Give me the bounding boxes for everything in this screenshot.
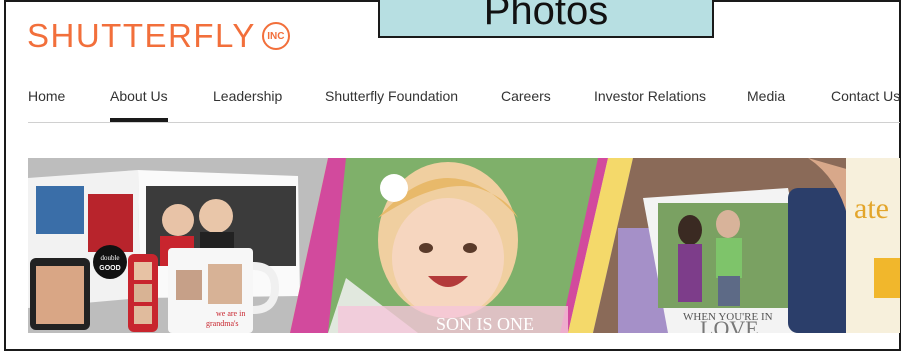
nav-item-investor-relations[interactable]: Investor Relations [594, 88, 706, 104]
nav-item-home[interactable]: Home [28, 88, 65, 104]
shutterfly-logo[interactable]: SHUTTERFLY INC [27, 16, 290, 56]
couple-photo: WHEN YOU'RE IN LOVE ate [593, 158, 900, 333]
right-caption-2: LOVE [700, 316, 759, 333]
mug-text-2: grandma's [206, 319, 239, 328]
photos-overlay-label: Photos [378, 0, 714, 38]
invite-text: ate [854, 192, 889, 225]
nav-item-shutterfly-foundation[interactable]: Shutterfly Foundation [325, 88, 458, 104]
logo-wordmark: SHUTTERFLY [27, 17, 256, 54]
card-text-double: double [100, 254, 119, 262]
nav-item-careers[interactable]: Careers [501, 88, 551, 104]
frame-top-right [714, 0, 901, 2]
nav-item-about-us[interactable]: About Us [110, 88, 168, 104]
nav-divider [28, 122, 900, 123]
nav-item-media[interactable]: Media [747, 88, 785, 104]
mug-text-1: we are in [216, 309, 245, 318]
card-text-good: GOOD [99, 265, 120, 272]
nav-item-contact-us[interactable]: Contact Us [831, 88, 900, 104]
toddler-photo: SON IS ONE [290, 158, 608, 333]
nav-item-leadership[interactable]: Leadership [213, 88, 282, 104]
inc-badge-icon: INC [261, 22, 290, 50]
center-caption: SON IS ONE [436, 314, 534, 333]
frame-top-left [4, 0, 380, 2]
main-nav: Home About Us Leadership Shutterfly Foun… [0, 88, 905, 122]
hero-banner: double GOOD we are in grandma's SON IS O… [28, 158, 900, 333]
